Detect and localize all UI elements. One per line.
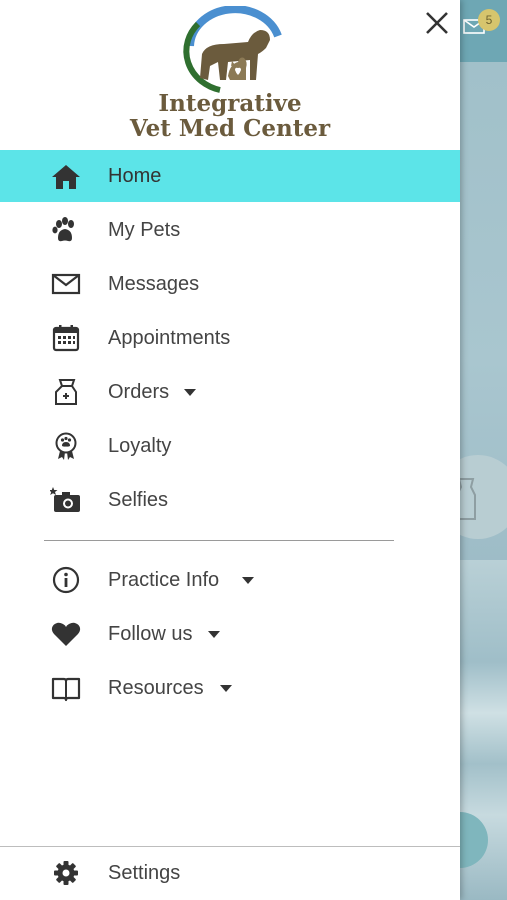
- home-icon: [52, 165, 80, 189]
- envelope-icon: [51, 273, 81, 295]
- navigation-drawer: Integrative Vet Med Center Home My Pets: [0, 0, 460, 900]
- food-bag-icon: [55, 379, 77, 405]
- menu-item-practice-info[interactable]: Practice Info: [0, 553, 460, 607]
- menu-item-label: Resources: [108, 677, 204, 699]
- chevron-down-icon: [208, 631, 220, 638]
- paw-award-icon: [55, 432, 77, 460]
- close-icon[interactable]: [420, 6, 454, 40]
- menu-item-resources[interactable]: Resources: [0, 661, 460, 715]
- menu-divider: [44, 540, 394, 541]
- mail-badge: 5: [478, 9, 500, 31]
- menu-item-follow-us[interactable]: Follow us: [0, 607, 460, 661]
- chevron-down-icon: [184, 389, 196, 396]
- menu-item-label: Messages: [108, 273, 200, 295]
- menu-item-orders[interactable]: Orders: [0, 365, 460, 419]
- menu-item-home[interactable]: Home: [0, 150, 460, 202]
- menu-item-settings[interactable]: Settings: [0, 846, 460, 900]
- menu-item-label: Home: [108, 165, 162, 187]
- menu-item-label: Appointments: [108, 327, 231, 349]
- logo-emblem: [183, 5, 282, 93]
- menu-item-label: Selfies: [108, 489, 169, 511]
- menu-item-label: Settings: [108, 862, 181, 884]
- menu-item-label: My Pets: [108, 219, 181, 241]
- menu-item-messages[interactable]: Messages: [0, 257, 460, 311]
- paw-icon: [52, 217, 74, 242]
- logo-title-line2: Vet Med Center: [129, 115, 331, 142]
- camera-icon: [50, 487, 80, 512]
- menu-item-my-pets[interactable]: My Pets: [0, 203, 460, 257]
- heart-icon: [51, 622, 81, 646]
- menu-item-appointments[interactable]: Appointments: [0, 311, 460, 365]
- menu-item-label: Practice Info: [108, 569, 220, 591]
- menu-item-label: Loyalty: [108, 435, 172, 457]
- chevron-down-icon: [220, 685, 232, 692]
- menu-item-selfies[interactable]: Selfies: [0, 473, 460, 527]
- calendar-icon: [52, 325, 80, 352]
- gear-icon: [54, 861, 78, 885]
- chevron-down-icon: [242, 577, 254, 584]
- logo-title-line1: Integrative: [158, 90, 302, 117]
- info-icon: [52, 566, 80, 594]
- book-icon: [51, 677, 81, 702]
- menu-item-loyalty[interactable]: Loyalty: [0, 419, 460, 473]
- menu-item-label: Follow us: [108, 623, 193, 645]
- clinic-logo: Integrative Vet Med Center: [120, 5, 340, 142]
- menu-item-label: Orders: [108, 381, 170, 403]
